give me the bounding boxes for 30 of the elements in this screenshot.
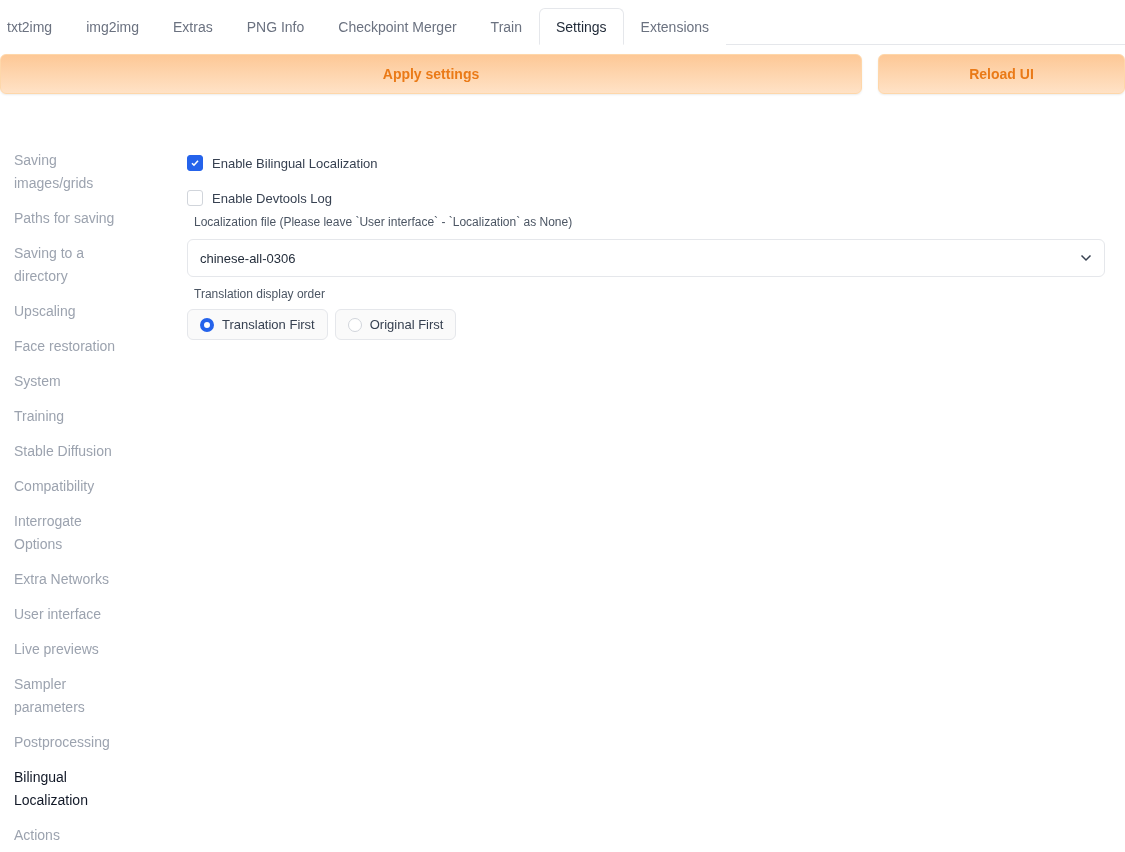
checkbox-label: Enable Bilingual Localization xyxy=(212,155,378,171)
check-icon xyxy=(190,158,200,168)
radio-option[interactable]: Original First xyxy=(334,309,457,340)
tab[interactable]: Settings xyxy=(539,8,624,45)
sidebar-item[interactable]: Live previews xyxy=(14,638,132,661)
checkbox-label: Enable Devtools Log xyxy=(212,190,332,206)
field-label: Localization file (Please leave `User interface` - `Localization` as None) xyxy=(194,215,574,229)
sidebar-item[interactable]: Saving images/grids xyxy=(14,149,132,195)
sidebar-item[interactable]: Upscaling xyxy=(14,300,132,323)
sidebar-item[interactable]: Actions xyxy=(14,824,132,847)
sidebar-item[interactable]: Bilingual Localization xyxy=(14,766,132,812)
sidebar-item[interactable]: Extra Networks xyxy=(14,568,132,591)
sidebar-item[interactable]: User interface xyxy=(14,603,132,626)
localization-file-dropdown[interactable]: chinese-all-0306 xyxy=(187,239,1105,277)
checkbox[interactable] xyxy=(187,155,203,171)
field-label: Translation display order xyxy=(194,287,326,301)
sidebar-item[interactable]: Sampler parameters xyxy=(14,673,132,719)
apply-settings-button[interactable]: Apply settings xyxy=(0,54,862,94)
sidebar-item[interactable]: Postprocessing xyxy=(14,731,132,754)
sidebar-item[interactable]: Face restoration xyxy=(14,335,132,358)
sidebar-item[interactable]: System xyxy=(14,370,132,393)
sidebar-item[interactable]: Saving to a directory xyxy=(14,242,132,288)
sidebar-item[interactable]: Stable Diffusion xyxy=(14,440,132,463)
sidebar-item[interactable]: Compatibility xyxy=(14,475,132,498)
sidebar-item[interactable]: Interrogate Options xyxy=(14,510,132,556)
chevron-down-icon xyxy=(1080,254,1092,262)
reload-button[interactable]: Reload UI xyxy=(878,54,1125,94)
sidebar-item[interactable]: Paths for saving xyxy=(14,207,132,230)
sidebar-item[interactable]: Training xyxy=(14,405,132,428)
radio-option[interactable]: Translation First xyxy=(187,309,328,340)
